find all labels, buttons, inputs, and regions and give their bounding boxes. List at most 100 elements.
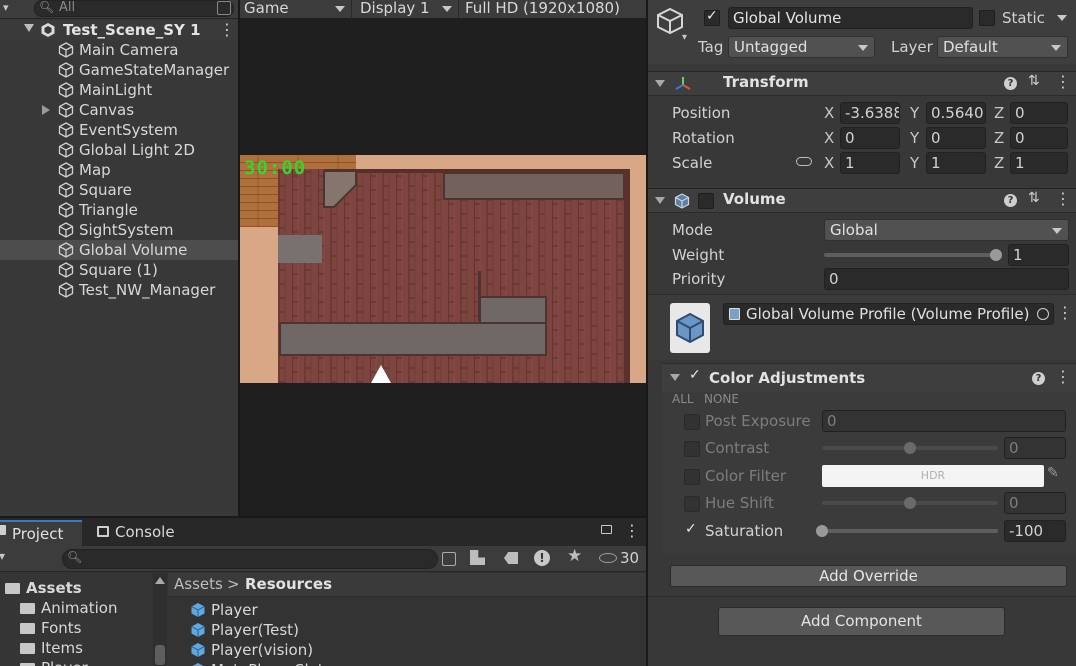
visibility-eye-icon[interactable] (599, 553, 617, 563)
hierarchy-item[interactable]: Canvas (0, 100, 238, 120)
scale-y-field[interactable]: 1 (926, 152, 986, 174)
project-tree-item[interactable]: Items (0, 638, 152, 658)
hierarchy-item[interactable]: Map (0, 160, 238, 180)
create-dropdown-arrow[interactable]: ▾ (0, 549, 5, 563)
foldout-arrow-icon[interactable] (670, 374, 680, 381)
project-file-item[interactable]: Player(Test) (168, 620, 646, 640)
all-toggle-button[interactable]: ALL (672, 392, 694, 406)
add-override-button[interactable]: Add Override (670, 565, 1067, 587)
scale-z-field[interactable]: 1 (1010, 152, 1068, 174)
axis-z-label[interactable]: Z (994, 127, 1004, 149)
contrast-slider-knob[interactable] (904, 442, 916, 454)
component-menu-kebab-icon[interactable]: ⋮ (1055, 367, 1071, 386)
scene-header-row[interactable]: Test_Scene_SY 1 ⋮ (0, 20, 238, 40)
priority-field[interactable]: 0 (824, 268, 1069, 290)
tab-project[interactable]: Project (0, 520, 82, 546)
project-tree-item[interactable]: Assets (0, 578, 152, 598)
foldout-arrow-icon[interactable] (655, 80, 665, 87)
filter-by-label-icon[interactable] (504, 552, 518, 564)
rotation-y-field[interactable]: 0 (926, 127, 986, 149)
component-menu-kebab-icon[interactable]: ⋮ (1055, 72, 1071, 91)
axis-x-label[interactable]: X (824, 102, 834, 124)
post-exposure-field[interactable]: 0 (822, 410, 1066, 432)
scene-menu-kebab-icon[interactable]: ⋮ (219, 20, 235, 40)
hierarchy-item[interactable]: EventSystem (0, 120, 238, 140)
project-file-item[interactable]: MetaPlayerSlot (168, 660, 646, 666)
resolution-dropdown[interactable]: Full HD (1920x1080) (460, 0, 646, 19)
rotation-x-field[interactable]: 0 (840, 127, 900, 149)
saturation-slider-track[interactable] (822, 529, 998, 533)
axis-x-label[interactable]: X (824, 152, 834, 174)
foldout-arrow-icon[interactable] (655, 197, 665, 204)
cube-dropdown-arrow[interactable]: ▾ (682, 32, 687, 43)
help-icon[interactable]: ? (1004, 77, 1017, 90)
hierarchy-item[interactable]: Triangle (0, 200, 238, 220)
project-tree-item[interactable]: Fonts (0, 618, 152, 638)
position-z-field[interactable]: 0 (1010, 102, 1068, 124)
position-y-field[interactable]: 0.5640 (926, 102, 986, 124)
hierarchy-item[interactable]: Global Light 2D (0, 140, 238, 160)
hierarchy-search-field[interactable]: 🔍︎ All (34, 0, 234, 17)
project-search-field[interactable]: 🔍︎ (62, 549, 438, 569)
hierarchy-item[interactable]: Main Camera (0, 40, 238, 60)
warning-filter-icon[interactable]: ! (534, 550, 550, 566)
weight-slider-knob[interactable] (990, 249, 1002, 261)
axis-z-label[interactable]: Z (994, 102, 1004, 124)
project-tree-item[interactable]: Animation (0, 598, 152, 618)
saturation-slider-knob[interactable] (816, 525, 828, 537)
add-dropdown-arrow[interactable]: ▾ (3, 1, 9, 14)
component-menu-kebab-icon[interactable]: ⋮ (1055, 189, 1071, 208)
axis-z-label[interactable]: Z (994, 152, 1004, 174)
help-icon[interactable]: ? (1032, 372, 1045, 385)
scale-x-field[interactable]: 1 (840, 152, 900, 174)
presets-sliders-icon[interactable]: ⇅ (1028, 190, 1040, 206)
hierarchy-item[interactable]: Square (1) (0, 260, 238, 280)
project-file-item[interactable]: Player (168, 600, 646, 620)
breadcrumb-current[interactable]: Resources (245, 575, 332, 593)
add-component-button[interactable]: Add Component (718, 607, 1005, 636)
position-x-field[interactable]: -3.6388 (840, 102, 900, 124)
axis-y-label[interactable]: Y (910, 127, 919, 149)
hue-shift-override-checkbox[interactable] (684, 496, 700, 512)
breadcrumb-root[interactable]: Assets (174, 575, 223, 593)
expand-arrow-icon[interactable] (24, 24, 34, 32)
axis-x-label[interactable]: X (824, 127, 834, 149)
tree-scrollbar[interactable] (153, 573, 167, 666)
display-dropdown[interactable]: Display 1 (353, 0, 459, 19)
none-toggle-button[interactable]: NONE (704, 392, 739, 406)
search-by-type-icon[interactable] (217, 1, 231, 15)
project-file-item[interactable]: Player(vision) (168, 640, 646, 660)
filter-by-type-icon[interactable] (470, 550, 485, 565)
panel-menu-kebab-icon[interactable]: ⋮ (624, 521, 640, 540)
hierarchy-item[interactable]: Square (0, 180, 238, 200)
search-by-type-icon[interactable] (442, 552, 456, 566)
transform-header[interactable]: Transform ? ⇅ ⋮ (648, 71, 1076, 96)
expand-arrow-icon[interactable] (42, 105, 50, 115)
color-adjustments-header[interactable]: Color Adjustments ? ⋮ (662, 364, 1076, 392)
eyedropper-icon[interactable]: ✎ (1047, 465, 1059, 481)
weight-slider-track[interactable] (824, 253, 996, 257)
scroll-thumb[interactable] (155, 645, 165, 665)
scroll-up-arrow[interactable] (155, 577, 165, 584)
weight-field[interactable]: 1 (1008, 244, 1069, 266)
contrast-override-checkbox[interactable] (684, 441, 700, 457)
hierarchy-item[interactable]: MainLight (0, 80, 238, 100)
tab-console[interactable]: Console (92, 520, 192, 546)
hierarchy-item[interactable]: Test_NW_Manager (0, 280, 238, 300)
volume-header[interactable]: Volume ? ⇅ ⋮ (648, 188, 1076, 213)
rotation-z-field[interactable]: 0 (1010, 127, 1068, 149)
hierarchy-item[interactable]: GameStateManager (0, 60, 238, 80)
post-exposure-override-checkbox[interactable] (684, 414, 700, 430)
game-view-dropdown[interactable]: Game (240, 0, 352, 19)
lock-icon[interactable] (601, 525, 612, 534)
object-name-field[interactable]: Global Volume (728, 7, 973, 29)
volume-enabled-checkbox[interactable] (698, 193, 714, 209)
color-filter-swatch[interactable]: HDR (822, 465, 1044, 487)
hue-shift-field[interactable]: 0 (1004, 492, 1066, 514)
game-render[interactable]: 30:00 (240, 155, 646, 383)
hierarchy-item[interactable]: SightSystem (0, 220, 238, 240)
active-toggle-checkbox[interactable] (704, 8, 720, 26)
color-adjustments-enabled-checkbox[interactable] (688, 367, 704, 386)
profile-menu-kebab-icon[interactable]: ⋮ (1057, 303, 1073, 322)
constrain-proportions-link-icon[interactable] (796, 157, 812, 166)
